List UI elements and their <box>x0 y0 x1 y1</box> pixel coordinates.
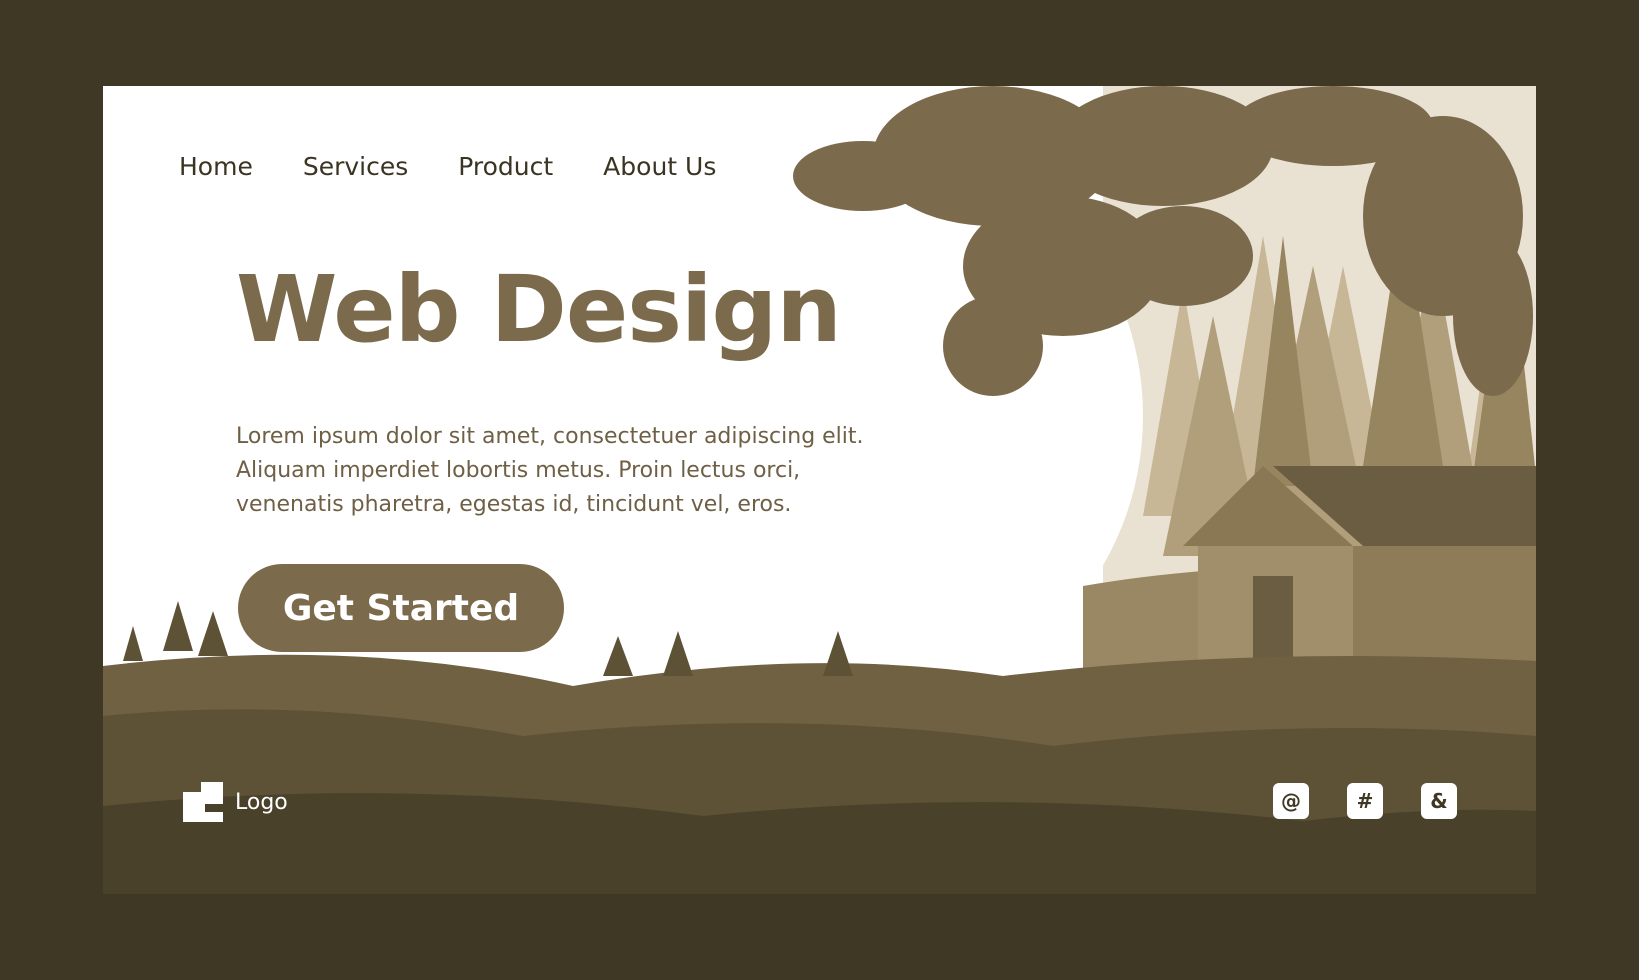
at-icon[interactable]: @ <box>1273 783 1309 819</box>
hero-title: Web Design <box>236 256 842 363</box>
hash-icon[interactable]: # <box>1347 783 1383 819</box>
logo-icon <box>183 782 223 822</box>
footer-logo[interactable]: Logo <box>183 782 288 822</box>
nav-item-product[interactable]: Product <box>458 152 553 181</box>
house-illustration <box>1183 466 1536 666</box>
social-links: @ # & <box>1273 783 1457 819</box>
nav-item-about-us[interactable]: About Us <box>603 152 716 181</box>
logo-text: Logo <box>235 789 288 815</box>
landing-page: Home Services Product About Us Web Desig… <box>103 86 1536 894</box>
hero-description: Lorem ipsum dolor sit amet, consectetuer… <box>236 424 864 517</box>
ampersand-icon[interactable]: & <box>1421 783 1457 819</box>
get-started-button[interactable]: Get Started <box>238 564 564 652</box>
nav-item-home[interactable]: Home <box>179 152 253 181</box>
main-nav: Home Services Product About Us <box>179 152 716 181</box>
nav-item-services[interactable]: Services <box>303 152 408 181</box>
